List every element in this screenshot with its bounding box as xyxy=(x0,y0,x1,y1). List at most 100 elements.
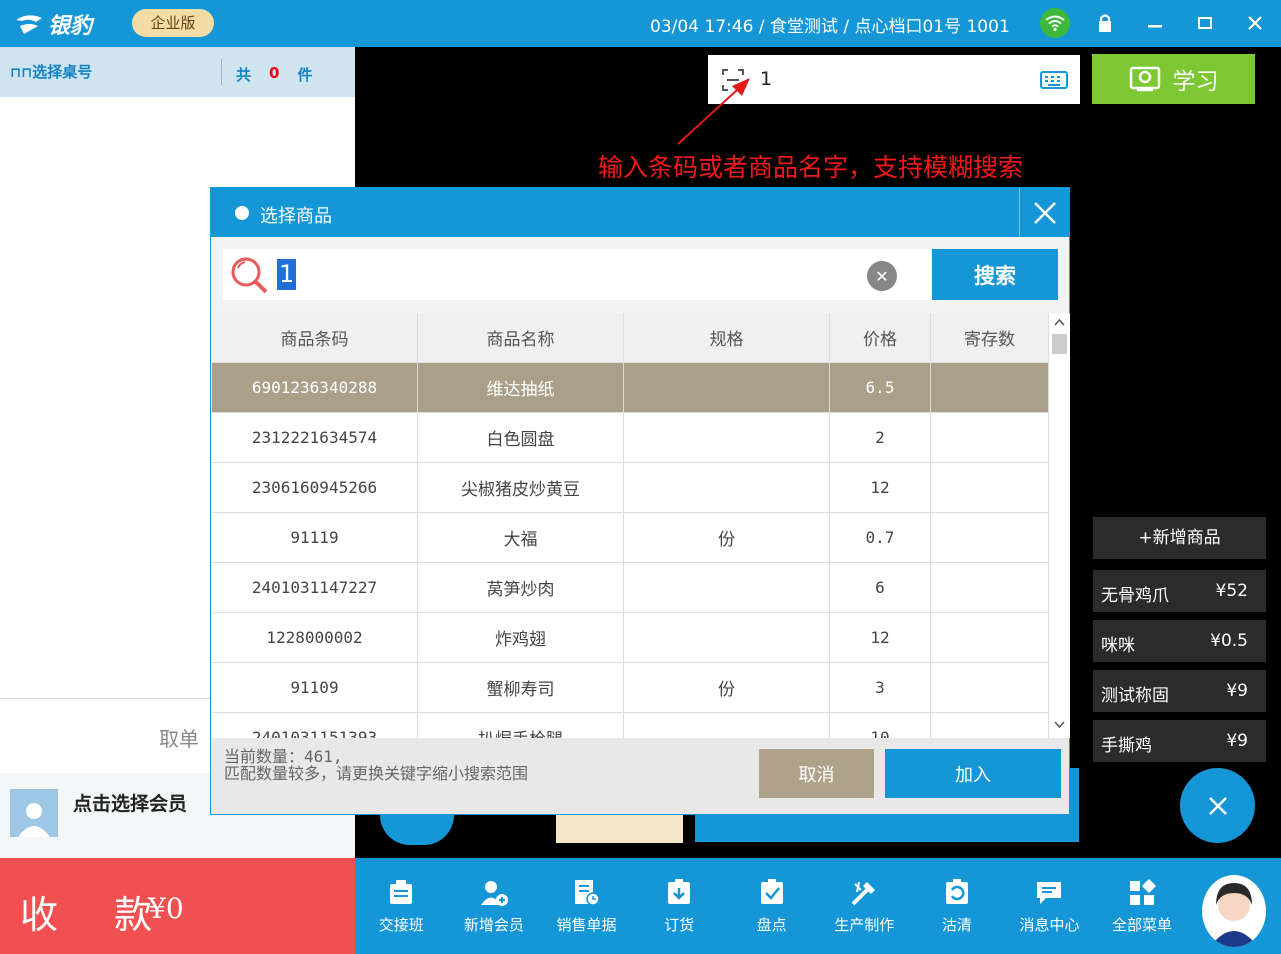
nav-item[interactable]: 盘点 xyxy=(725,858,818,954)
clear-search-icon[interactable]: ✕ xyxy=(867,261,897,291)
minimize-icon[interactable] xyxy=(1140,8,1170,38)
table-row[interactable]: 2401031151393扒焗手枪腿 10 xyxy=(212,713,1049,738)
scroll-down-icon[interactable] xyxy=(1054,721,1065,729)
nav-item[interactable]: 销售单据 xyxy=(540,858,633,954)
nav-item-label: 盘点 xyxy=(756,916,787,934)
quick-item[interactable]: 手撕鸡 ¥9 xyxy=(1093,720,1266,762)
table-select[interactable]: ⊓⊓选择桌号 xyxy=(10,61,92,82)
dialog-close-button[interactable] xyxy=(1019,188,1069,237)
table-cell: 12 xyxy=(830,463,931,512)
nav-item-label: 新增会员 xyxy=(463,916,524,934)
table-cell: 6.5 xyxy=(830,363,931,412)
keyboard-icon[interactable] xyxy=(1040,71,1068,89)
edition-badge: 企业版 xyxy=(132,9,214,37)
quick-item[interactable]: 无骨鸡爪 ¥52 xyxy=(1093,570,1266,612)
table-cell xyxy=(931,513,1049,562)
result-info: 当前数量：461, 匹配数量较多，请更换关键字缩小搜索范围 xyxy=(224,748,528,782)
table-cell: 份 xyxy=(624,513,830,562)
nav-item-label: 销售单据 xyxy=(556,916,617,934)
message-icon xyxy=(1037,882,1062,904)
table-row[interactable]: 2306160945266 尖椒猪皮炒黄豆 12 xyxy=(212,463,1049,513)
table-cell: 2 xyxy=(830,413,931,462)
add-product-button[interactable]: +新增商品 xyxy=(1093,517,1266,559)
table-cell xyxy=(624,613,830,662)
wifi-icon[interactable] xyxy=(1040,8,1070,38)
checkout-button[interactable]: 收 款 ¥0 xyxy=(0,858,355,954)
close-icon[interactable] xyxy=(1240,8,1270,38)
table-select-label: 选择桌号 xyxy=(32,63,93,81)
count-suffix: 件 xyxy=(297,66,313,84)
logo-icon xyxy=(16,15,42,34)
scroll-up-icon[interactable] xyxy=(1054,318,1065,326)
select-member-label: 点击选择会员 xyxy=(73,793,188,815)
app-logo: 银豹 xyxy=(14,8,92,40)
table-cell xyxy=(624,363,830,412)
nav-item-label: 生产制作 xyxy=(834,916,895,934)
table-row[interactable]: 6901236340288 维达抽纸 6.5 xyxy=(212,363,1049,413)
search-button[interactable]: 搜索 xyxy=(932,249,1058,300)
table-row[interactable]: 2312221634574 白色圆盘 2 xyxy=(212,413,1049,463)
nav-item-label: 消息中心 xyxy=(1019,916,1080,934)
quick-item[interactable]: 咪咪 ¥0.5 xyxy=(1093,620,1266,662)
lock-icon[interactable] xyxy=(1090,8,1120,38)
table-cell: 大福 xyxy=(418,513,624,562)
quick-item-price: ¥9 xyxy=(1226,681,1248,701)
table-cell xyxy=(931,413,1049,462)
bottom-nav: 交接班 新增会员 销售单据 订货 盘点 生产制作 沽清 消息中心 全部菜单 xyxy=(355,858,1281,954)
table-cell: 0.7 xyxy=(830,513,931,562)
close-icon xyxy=(1033,201,1056,224)
table-cell xyxy=(624,413,830,462)
cancel-button[interactable]: 取消 xyxy=(759,749,874,798)
nav-item[interactable]: 订货 xyxy=(633,858,726,954)
quick-item-name: 无骨鸡爪 xyxy=(1101,586,1169,606)
table-cell xyxy=(624,713,830,738)
add-member-icon xyxy=(480,881,508,906)
barcode-search-value: 1 xyxy=(760,68,773,90)
table-scrollbar[interactable] xyxy=(1049,313,1070,738)
table-row[interactable]: 1228000002 炸鸡翅 12 xyxy=(212,613,1049,663)
close-quick-panel-button[interactable] xyxy=(1180,768,1255,843)
dialog-header: 选择商品 xyxy=(211,188,1069,237)
dialog-footer: 当前数量：461, 匹配数量较多，请更换关键字缩小搜索范围 取消 加入 xyxy=(211,738,1069,814)
member-avatar-icon xyxy=(10,789,58,837)
nav-item[interactable]: 沽清 xyxy=(911,858,1004,954)
table-cell: 10 xyxy=(830,713,931,738)
product-search-input[interactable]: 1 ✕ xyxy=(223,249,931,300)
table-row[interactable]: 91119 大福份 0.7 xyxy=(212,513,1049,563)
table-header-row: 商品条码 商品名称 规格 价格 寄存数 xyxy=(212,313,1049,363)
table-cell: 扒焗手枪腿 xyxy=(418,713,624,738)
column-header: 价格 xyxy=(830,313,931,362)
barcode-search-input[interactable]: 1 xyxy=(708,55,1080,104)
table-cell: 蟹柳寿司 xyxy=(418,663,624,712)
nav-item[interactable]: 全部菜单 xyxy=(1096,858,1189,954)
table-cell: 2312221634574 xyxy=(212,413,418,462)
table-row[interactable]: 2401031147227 莴笋炒肉 6 xyxy=(212,563,1049,613)
column-header: 商品条码 xyxy=(212,313,418,362)
retrieve-order-button[interactable]: 取单 xyxy=(159,723,199,752)
column-header: 寄存数 xyxy=(931,313,1049,362)
nav-item[interactable]: 生产制作 xyxy=(818,858,911,954)
scrollbar-thumb[interactable] xyxy=(1052,334,1067,354)
nav-item[interactable]: 消息中心 xyxy=(1003,858,1096,954)
maximize-icon[interactable] xyxy=(1190,8,1220,38)
nav-item[interactable]: 交接班 xyxy=(355,858,448,954)
inventory-check-icon xyxy=(760,879,783,904)
table-cell: 12 xyxy=(830,613,931,662)
table-cell: 尖椒猪皮炒黄豆 xyxy=(418,463,624,512)
learn-button[interactable]: 学习 xyxy=(1092,54,1255,104)
quick-item[interactable]: 测试称固 ¥9 xyxy=(1093,670,1266,712)
nav-item[interactable]: 新增会员 xyxy=(448,858,541,954)
table-select-bar[interactable]: ⊓⊓选择桌号 共 0 件 xyxy=(0,47,355,97)
quick-item-price: ¥9 xyxy=(1226,731,1248,751)
all-menu-icon xyxy=(1130,878,1157,905)
background-button xyxy=(556,815,683,843)
table-row[interactable]: 91109 蟹柳寿司份 3 xyxy=(212,663,1049,713)
dialog-title: 选择商品 xyxy=(260,206,332,227)
table-cell: 白色圆盘 xyxy=(418,413,624,462)
add-button[interactable]: 加入 xyxy=(885,749,1061,798)
table-cell: 6901236340288 xyxy=(212,363,418,412)
table-cell xyxy=(931,563,1049,612)
customer-service-avatar[interactable] xyxy=(1202,875,1266,947)
table-cell: 维达抽纸 xyxy=(418,363,624,412)
table-cell: 2401031151393 xyxy=(212,713,418,738)
